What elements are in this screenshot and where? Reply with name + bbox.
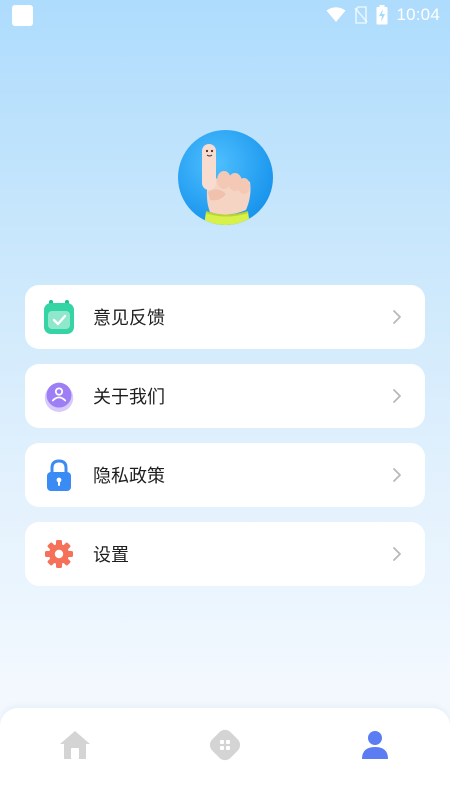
menu-item-privacy[interactable]: 隐私政策	[25, 443, 425, 507]
pointing-finger-hand-icon	[202, 144, 251, 225]
menu-item-label: 隐私政策	[93, 466, 165, 487]
home-icon	[60, 731, 90, 759]
wifi-icon	[326, 7, 346, 22]
apps-icon	[209, 729, 241, 761]
menu-item-label: 关于我们	[93, 387, 165, 408]
status-right: 10:04	[326, 5, 440, 25]
status-bar: 10:04	[0, 0, 450, 30]
profile-icon	[362, 731, 388, 759]
menu-item-label: 意见反馈	[93, 308, 165, 329]
menu-item-feedback[interactable]: 意见反馈	[25, 285, 425, 349]
bottom-nav	[0, 708, 450, 800]
avatar[interactable]	[178, 130, 273, 225]
battery-charging-icon	[376, 5, 388, 25]
menu-item-about[interactable]: 关于我们	[25, 364, 425, 428]
about-user-icon	[43, 378, 75, 414]
menu-item-label: 设置	[93, 545, 129, 566]
chevron-right-icon	[393, 547, 401, 561]
chevron-right-icon	[393, 468, 401, 482]
lock-icon	[43, 457, 75, 493]
nav-apps[interactable]	[208, 728, 242, 762]
menu-item-settings[interactable]: 设置	[25, 522, 425, 586]
chevron-right-icon	[393, 310, 401, 324]
status-time: 10:04	[396, 5, 440, 24]
app-notification-icon	[12, 4, 33, 26]
chevron-right-icon	[393, 389, 401, 403]
no-sim-icon	[354, 6, 369, 24]
feedback-calendar-icon	[43, 299, 75, 335]
nav-home[interactable]	[58, 728, 92, 762]
nav-profile[interactable]	[358, 728, 392, 762]
gear-icon	[43, 536, 75, 572]
menu-list: 意见反馈 关于我们 隐私政策 设置	[25, 285, 425, 601]
